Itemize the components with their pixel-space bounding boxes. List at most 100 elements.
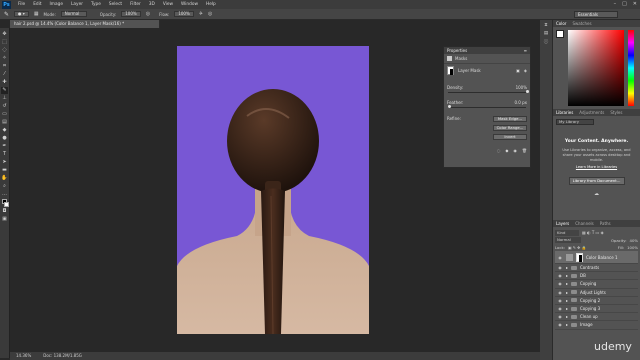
mode-select[interactable]: Normal — [60, 11, 87, 17]
color-range-button[interactable]: Color Range... — [493, 124, 527, 131]
tab-libraries[interactable]: Libraries — [556, 110, 573, 115]
flow-input[interactable]: 100% — [174, 11, 194, 17]
apply-mask-icon[interactable]: ◆ — [505, 148, 508, 153]
eyedropper-tool-icon[interactable]: ⁄ — [1, 71, 8, 78]
cloud-sync-icon[interactable]: ☁ — [593, 191, 601, 197]
menu-filter[interactable]: Filter — [126, 2, 145, 7]
maximize-icon[interactable]: □ — [622, 1, 627, 7]
clone-stamp-tool-icon[interactable]: ⊥ — [1, 95, 8, 102]
tab-swatches[interactable]: Swatches — [572, 21, 591, 26]
layer-name[interactable]: DB — [580, 273, 586, 278]
opacity-input[interactable]: 100% — [121, 11, 141, 17]
history-brush-tool-icon[interactable]: ↺ — [1, 103, 8, 110]
brush-tool-icon[interactable]: ✎ — [4, 11, 9, 18]
hand-tool-icon[interactable]: ✋ — [1, 175, 8, 182]
expand-arrow-icon[interactable]: ▸ — [566, 298, 568, 303]
menu-image[interactable]: Image — [46, 2, 67, 7]
layer-row[interactable]: ◉ ▸ DB — [555, 272, 638, 281]
brush-tool-icon[interactable]: ✎ — [1, 87, 8, 94]
expand-arrow-icon[interactable]: ▸ — [566, 314, 568, 319]
visibility-eye-icon[interactable]: ◉ — [557, 273, 563, 278]
menu-3d[interactable]: 3D — [145, 2, 159, 7]
visibility-eye-icon[interactable]: ◉ — [557, 281, 563, 286]
layer-name[interactable]: Copying — [580, 281, 596, 286]
document-tab[interactable]: hair 2.psd @ 14.4% (Color Balance 1, Lay… — [10, 20, 160, 28]
mask-edge-button[interactable]: Mask Edge... — [493, 115, 527, 122]
gradient-tool-icon[interactable]: ▤ — [1, 119, 8, 126]
panel-menu-icon[interactable]: ≡ — [524, 48, 527, 53]
foreground-swatch[interactable] — [556, 30, 564, 38]
vector-mask-icon[interactable]: ◈ — [524, 68, 527, 73]
blur-tool-icon[interactable]: ◆ — [1, 127, 8, 134]
pixel-mask-icon[interactable]: ▣ — [516, 68, 520, 73]
layer-row[interactable]: ◉ ▸ Copying 3 — [555, 305, 638, 314]
library-from-document-button[interactable]: Library from Document... — [568, 177, 625, 185]
visibility-eye-icon[interactable]: ◉ — [557, 255, 563, 260]
layer-row[interactable]: ◉ ▸ Image — [555, 321, 638, 330]
pressure-size-icon[interactable]: ◎ — [208, 11, 212, 17]
tab-channels[interactable]: Channels — [575, 221, 594, 226]
close-icon[interactable]: ✕ — [633, 1, 637, 7]
marquee-tool-icon[interactable]: ⬚ — [1, 39, 8, 46]
layer-row[interactable]: ◉ ▸ Adjust Lights — [555, 289, 638, 297]
tab-color[interactable]: Color — [556, 21, 566, 26]
feather-value[interactable]: 0.0 px — [514, 100, 527, 105]
layer-name[interactable]: Adjust Lights — [580, 290, 606, 295]
menu-layer[interactable]: Layer — [67, 2, 87, 7]
fill-input[interactable]: 100% — [627, 245, 638, 250]
color-field[interactable] — [568, 30, 624, 106]
density-value[interactable]: 100% — [516, 85, 527, 90]
library-dropdown[interactable]: My Library — [556, 119, 594, 125]
zoom-level[interactable]: 14.36% — [16, 352, 31, 360]
menu-help[interactable]: Help — [202, 2, 220, 7]
menu-type[interactable]: Type — [87, 2, 105, 7]
visibility-eye-icon[interactable]: ◉ — [557, 298, 563, 303]
delete-mask-icon[interactable]: 🗑 — [522, 148, 527, 153]
more-tools-icon[interactable]: … — [1, 191, 8, 198]
airbrush-icon[interactable]: ✈ — [199, 11, 203, 17]
invert-button[interactable]: Invert — [493, 133, 527, 140]
layer-name[interactable]: Copying 2 — [580, 298, 600, 303]
feather-slider-knob[interactable] — [448, 105, 451, 108]
lock-icons[interactable]: ▣ ✎ ✥ 🔒 — [568, 245, 586, 250]
tab-adjustments[interactable]: Adjustments — [579, 110, 604, 115]
menu-file[interactable]: File — [14, 2, 29, 7]
lasso-tool-icon[interactable]: ◌ — [1, 47, 8, 54]
visibility-eye-icon[interactable]: ◉ — [557, 306, 563, 311]
layer-name[interactable]: Copying 3 — [580, 306, 600, 311]
hue-slider[interactable] — [628, 30, 634, 106]
layer-mask-thumbnail[interactable] — [576, 252, 583, 262]
visibility-eye-icon[interactable]: ◉ — [557, 290, 563, 295]
layer-name[interactable]: Image — [580, 322, 593, 327]
mask-thumbnail[interactable] — [447, 65, 454, 75]
info-panel-icon[interactable]: ⓘ — [544, 39, 549, 45]
menu-window[interactable]: Window — [177, 2, 202, 7]
feather-slider[interactable] — [448, 105, 526, 108]
expand-arrow-icon[interactable]: ▸ — [566, 265, 568, 270]
dodge-tool-icon[interactable]: ● — [1, 135, 8, 142]
visibility-eye-icon[interactable]: ◉ — [557, 322, 563, 327]
minimize-icon[interactable]: – — [614, 1, 617, 7]
zoom-tool-icon[interactable]: ⌕ — [1, 183, 8, 190]
properties-header[interactable]: Properties ≡ — [444, 47, 530, 54]
menu-select[interactable]: Select — [105, 2, 126, 7]
expand-arrow-icon[interactable]: ▸ — [566, 273, 568, 278]
libraries-learn-link[interactable]: Learn More in Libraries — [556, 165, 637, 169]
path-select-tool-icon[interactable]: ➤ — [1, 159, 8, 166]
brush-panel-icon[interactable]: ▦ — [34, 11, 39, 17]
layer-row-color-balance[interactable]: ◉ Color Balance 1 — [555, 251, 638, 264]
pressure-opacity-icon[interactable]: ◎ — [146, 11, 150, 17]
expand-arrow-icon[interactable]: ▸ — [566, 281, 568, 286]
brush-preset-picker[interactable]: ● ▾ — [14, 11, 29, 17]
density-slider[interactable] — [448, 90, 529, 93]
expand-arrow-icon[interactable]: ▸ — [566, 306, 568, 311]
layer-row[interactable]: ◉ ▸ Copying — [555, 280, 638, 289]
layer-row[interactable]: ◉ ▸ Copying 2 — [555, 297, 638, 305]
layer-opacity-input[interactable]: 40% — [630, 238, 638, 243]
tab-paths[interactable]: Paths — [600, 221, 611, 226]
layer-row[interactable]: ◉ ▸ Contrasts — [555, 264, 638, 273]
pen-tool-icon[interactable]: ✒ — [1, 143, 8, 150]
tab-layers[interactable]: Layers — [556, 221, 569, 226]
shape-tool-icon[interactable]: ▬ — [1, 167, 8, 174]
healing-tool-icon[interactable]: ✚ — [1, 79, 8, 86]
